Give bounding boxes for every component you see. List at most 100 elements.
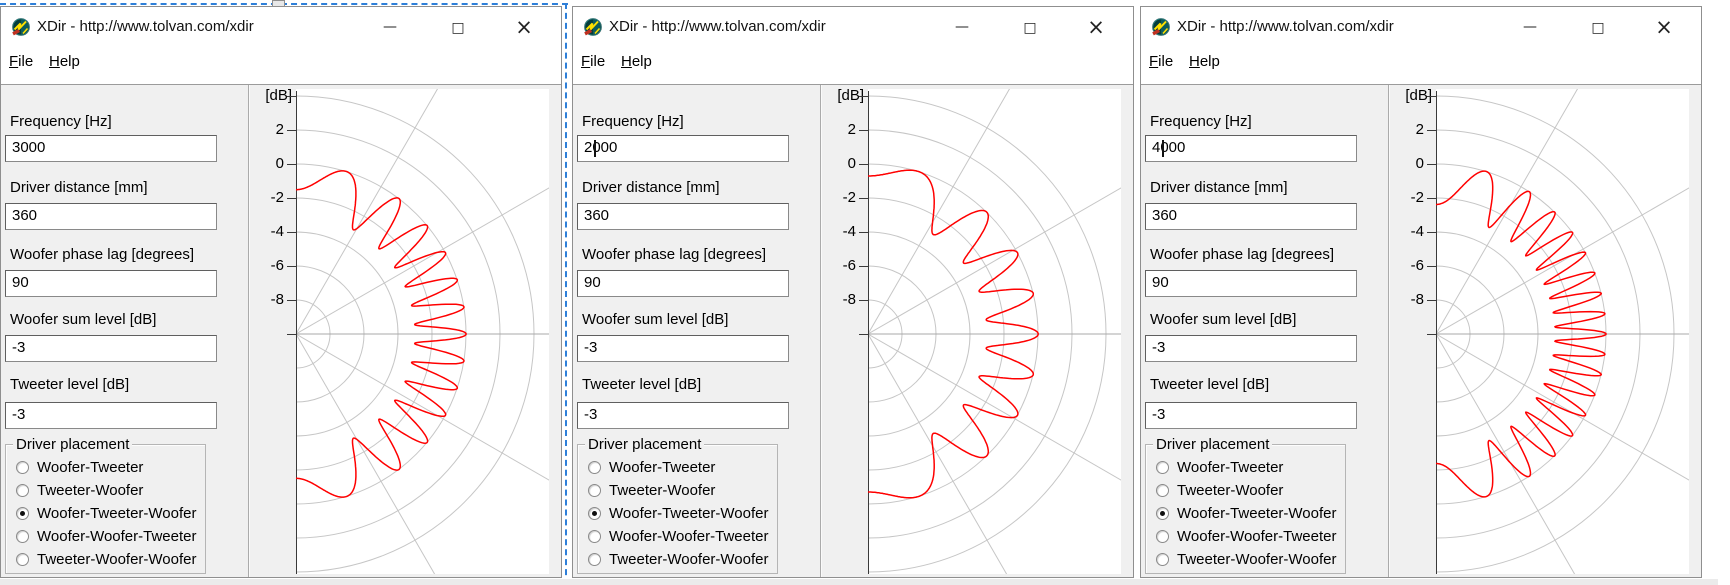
driver-placement-group-label: Driver placement (1153, 436, 1273, 453)
xdir-window-2: XDir - http://www.tolvan.com/xdir — □ × … (1140, 6, 1702, 578)
titlebar[interactable]: XDir - http://www.tolvan.com/xdir — □ × (573, 7, 1133, 47)
maximize-button[interactable]: □ (1581, 12, 1615, 44)
titlebar[interactable]: XDir - http://www.tolvan.com/xdir — □ × (1141, 7, 1701, 47)
axis-tick (287, 198, 296, 199)
axis-tick (287, 300, 296, 301)
radio-label: Woofer-Tweeter-Woofer (37, 505, 197, 522)
menu-help[interactable]: Help (1189, 53, 1220, 70)
close-button[interactable]: × (1647, 12, 1681, 44)
driver-distance-input[interactable]: 360 (1145, 203, 1357, 230)
tweeter-level-input[interactable]: -3 (5, 402, 217, 429)
axis-tick (859, 198, 868, 199)
text-caret (594, 140, 596, 157)
tweeter-level-value: -3 (12, 406, 26, 423)
axis-tick-label: 2 (847, 121, 856, 138)
driver-distance-input[interactable]: 360 (577, 203, 789, 230)
titlebar[interactable]: XDir - http://www.tolvan.com/xdir — □ × (1, 7, 561, 47)
axis-tick (1427, 164, 1436, 165)
radio-label: Tweeter-Woofer-Woofer (37, 551, 197, 568)
maximize-icon: □ (1591, 20, 1605, 36)
selection-overlay-right[interactable] (565, 3, 567, 585)
db-axis-label: [dB] (265, 87, 292, 104)
radio-tweeter-woofer[interactable]: Tweeter-Woofer (16, 481, 201, 501)
tweeter-level-input[interactable]: -3 (1145, 402, 1357, 429)
radio-label: Woofer-Tweeter (37, 459, 144, 476)
woofer-sum-level-input[interactable]: -3 (5, 335, 217, 362)
frequency-value: 3000 (12, 139, 46, 156)
tweeter-level-label: Tweeter level [dB] (1150, 376, 1270, 393)
maximize-button[interactable]: □ (1013, 12, 1047, 44)
polar-plot (1436, 89, 1689, 574)
radio-woofer-woofer-tweeter[interactable]: Woofer-Woofer-Tweeter (16, 527, 201, 547)
radio-tweeter-woofer-woofer[interactable]: Tweeter-Woofer-Woofer (1156, 550, 1341, 570)
woofer-sum-level-value: -3 (584, 339, 598, 356)
radio-label: Tweeter-Woofer (37, 482, 144, 499)
xdir-app-icon (1151, 17, 1171, 37)
tweeter-level-input[interactable]: -3 (577, 402, 789, 429)
axis-tick-label: -8 (842, 291, 856, 308)
menu-file[interactable]: File (581, 53, 605, 70)
axis-tick (859, 300, 868, 301)
radio-button-icon (588, 507, 601, 520)
driver-distance-label: Driver distance [mm] (1150, 179, 1288, 196)
radio-tweeter-woofer[interactable]: Tweeter-Woofer (1156, 481, 1341, 501)
axis-tick (859, 130, 868, 131)
window-title: XDir - http://www.tolvan.com/xdir (37, 18, 254, 35)
menu-help[interactable]: Help (621, 53, 652, 70)
menu-file[interactable]: File (9, 53, 33, 70)
radio-woofer-woofer-tweeter[interactable]: Woofer-Woofer-Tweeter (588, 527, 773, 547)
close-icon: × (515, 15, 533, 39)
woofer-phase-lag-input[interactable]: 90 (1145, 270, 1357, 297)
frequency-input[interactable]: 3000 (5, 135, 217, 162)
radio-tweeter-woofer-woofer[interactable]: Tweeter-Woofer-Woofer (16, 550, 201, 570)
driver-placement-group-label: Driver placement (585, 436, 705, 453)
maximize-button[interactable]: □ (441, 12, 475, 44)
radio-button-icon (16, 461, 29, 474)
xdir-app-icon (11, 17, 31, 37)
close-button[interactable]: × (1079, 12, 1113, 44)
axis-tick-label: -4 (842, 223, 856, 240)
woofer-phase-lag-label: Woofer phase lag [degrees] (582, 246, 767, 263)
radio-tweeter-woofer[interactable]: Tweeter-Woofer (588, 481, 773, 501)
radio-button-icon (1156, 553, 1169, 566)
client-area: Frequency [Hz] 3000 Driver distance [mm]… (1, 85, 561, 577)
xdir-window-0: XDir - http://www.tolvan.com/xdir — □ × … (0, 6, 562, 578)
menu-bar: File Help (1, 47, 561, 85)
driver-placement-group: Driver placement Woofer-Tweeter Tweeter-… (1145, 436, 1346, 574)
frequency-input[interactable]: 4000 (1145, 135, 1357, 162)
woofer-sum-level-label: Woofer sum level [dB] (10, 311, 157, 328)
woofer-sum-level-input[interactable]: -3 (577, 335, 789, 362)
window-title: XDir - http://www.tolvan.com/xdir (1177, 18, 1394, 35)
frequency-input[interactable]: 2000 (577, 135, 789, 162)
minimize-button[interactable]: — (945, 12, 979, 44)
woofer-phase-lag-input[interactable]: 90 (577, 270, 789, 297)
client-area: Frequency [Hz] 2000 Driver distance [mm]… (573, 85, 1133, 577)
polar-plot-pane: [dB] 2 0 -2 -4 -6 -8 (248, 87, 561, 577)
driver-placement-group-label: Driver placement (13, 436, 133, 453)
menu-help[interactable]: Help (49, 53, 80, 70)
driver-distance-input[interactable]: 360 (5, 203, 217, 230)
axis-tick-label: -2 (1410, 189, 1424, 206)
radio-tweeter-woofer-woofer[interactable]: Tweeter-Woofer-Woofer (588, 550, 773, 570)
minimize-button[interactable]: — (1513, 12, 1547, 44)
radio-woofer-woofer-tweeter[interactable]: Woofer-Woofer-Tweeter (1156, 527, 1341, 547)
polar-plot (296, 89, 549, 574)
close-button[interactable]: × (507, 12, 541, 44)
woofer-sum-level-input[interactable]: -3 (1145, 335, 1357, 362)
woofer-phase-lag-input[interactable]: 90 (5, 270, 217, 297)
radio-label: Woofer-Woofer-Tweeter (609, 528, 769, 545)
radio-woofer-tweeter-woofer[interactable]: Woofer-Tweeter-Woofer (588, 504, 773, 524)
radio-woofer-tweeter-woofer[interactable]: Woofer-Tweeter-Woofer (16, 504, 201, 524)
polar-plot-pane: [dB] 2 0 -2 -4 -6 -8 (820, 87, 1133, 577)
woofer-sum-level-value: -3 (1152, 339, 1166, 356)
minimize-button[interactable]: — (373, 12, 407, 44)
menu-file[interactable]: File (1149, 53, 1173, 70)
radio-label: Woofer-Tweeter (609, 459, 716, 476)
radio-woofer-tweeter-woofer[interactable]: Woofer-Tweeter-Woofer (1156, 504, 1341, 524)
radio-woofer-tweeter[interactable]: Woofer-Tweeter (588, 458, 773, 478)
radio-woofer-tweeter[interactable]: Woofer-Tweeter (16, 458, 201, 478)
driver-placement-group: Driver placement Woofer-Tweeter Tweeter-… (577, 436, 778, 574)
radio-woofer-tweeter[interactable]: Woofer-Tweeter (1156, 458, 1341, 478)
axis-tick-label: -6 (842, 257, 856, 274)
axis-tick (859, 96, 868, 97)
